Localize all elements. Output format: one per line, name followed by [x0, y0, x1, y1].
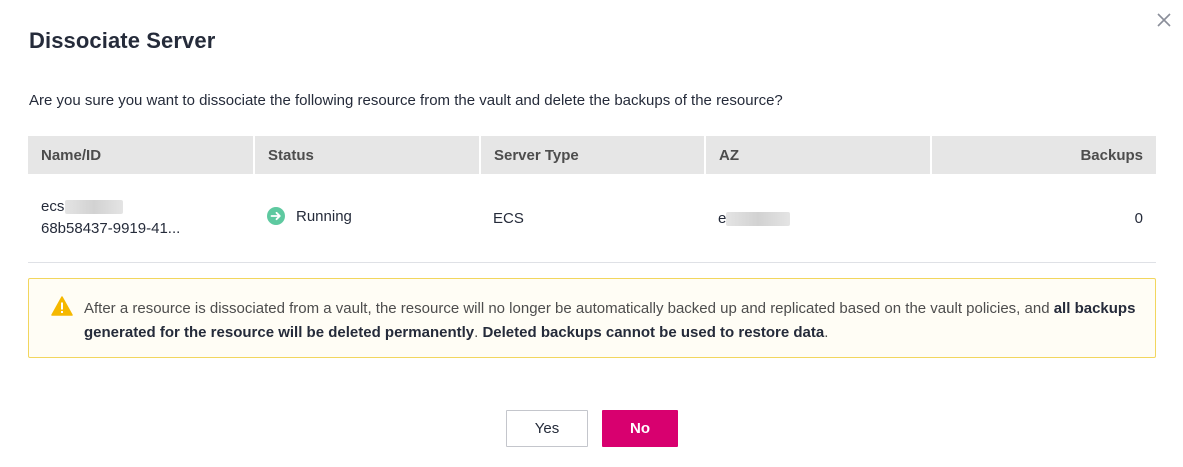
header-status: Status	[254, 136, 481, 174]
header-az: AZ	[705, 136, 932, 174]
warning-triangle-icon	[51, 296, 73, 316]
server-name-line: ecs	[41, 196, 241, 218]
cell-az: e	[705, 174, 931, 263]
yes-button[interactable]: Yes	[506, 410, 588, 447]
warning-text: After a resource is dissociated from a v…	[84, 297, 1144, 345]
cell-server-type: ECS	[480, 174, 705, 263]
status-indicator: Running	[267, 207, 352, 225]
header-backups: Backups	[1080, 146, 1143, 164]
close-icon[interactable]	[1156, 12, 1172, 28]
server-id: 68b58437-9919-41...	[41, 220, 181, 237]
warning-bold-restore: Deleted backups cannot be used to restor…	[482, 324, 825, 341]
server-name: ecs	[41, 198, 65, 215]
warning-text-start: After a resource is dissociated from a v…	[84, 300, 1054, 317]
table-header-row: Name/ID Status Server Type AZ Backups	[28, 136, 1156, 174]
warning-text-end: .	[824, 324, 829, 341]
header-name-id: Name/ID	[28, 136, 255, 174]
resource-table: Name/ID Status Server Type AZ Backups ec…	[28, 136, 1156, 263]
confirmation-question: Are you sure you want to dissociate the …	[29, 92, 783, 109]
dialog-title: Dissociate Server	[29, 28, 216, 53]
cell-name-id: ecs 68b58437-9919-41...	[28, 174, 254, 263]
table-row: ecs 68b58437-9919-41... Running ECS e 0	[28, 174, 1156, 263]
header-server-type: Server Type	[480, 136, 706, 174]
cell-backups: 0	[931, 174, 1156, 263]
no-button[interactable]: No	[602, 410, 678, 447]
warning-alert: After a resource is dissociated from a v…	[28, 278, 1156, 358]
dissociate-server-dialog: Dissociate Server Are you sure you want …	[0, 0, 1183, 467]
masked-name-redaction	[65, 200, 124, 215]
az-text: e	[718, 209, 727, 227]
running-arrow-icon	[267, 207, 285, 225]
masked-az-redaction	[726, 211, 791, 226]
status-text: Running	[296, 207, 352, 225]
cell-status: Running	[254, 174, 480, 263]
